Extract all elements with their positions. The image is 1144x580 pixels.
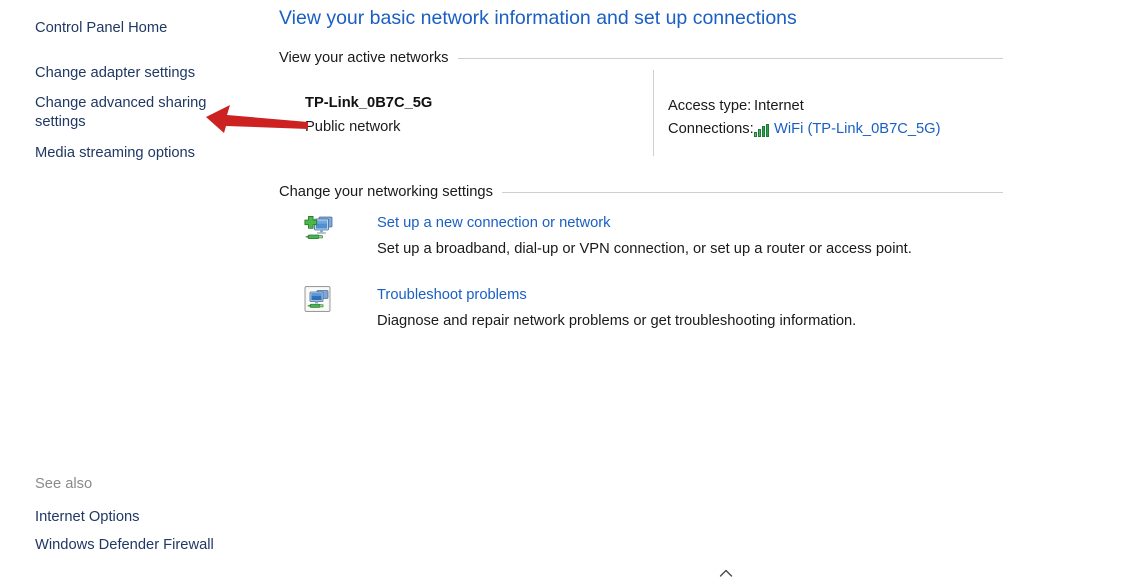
section-rule	[458, 58, 1003, 59]
access-type-label: Access type:	[668, 95, 754, 118]
vertical-divider	[653, 70, 654, 156]
sidebar-item-internet-options[interactable]: Internet Options	[35, 508, 235, 527]
section-header-active-networks: View your active networks	[279, 50, 1003, 66]
see-also-label: See also	[35, 476, 92, 492]
troubleshoot-icon	[302, 284, 336, 318]
chevron-up-icon[interactable]	[718, 568, 734, 578]
network-profile-type: Public network	[305, 117, 432, 137]
active-network-summary: TP-Link_0B7C_5G Public network	[305, 93, 432, 137]
sidebar-item-change-adapter-settings[interactable]: Change adapter settings	[35, 64, 235, 83]
section-header-change-settings-label: Change your networking settings	[279, 184, 502, 200]
connections-row: Connections: WiFi (TP-Link_0B7C_5G)	[668, 118, 941, 141]
network-name: TP-Link_0B7C_5G	[305, 93, 432, 113]
set-up-new-connection-description: Set up a broadband, dial-up or VPN conne…	[377, 241, 912, 257]
section-header-change-settings: Change your networking settings	[279, 184, 1003, 200]
section-header-active-networks-label: View your active networks	[279, 50, 458, 66]
main-content: View your basic network information and …	[272, 0, 1144, 580]
connections-label: Connections:	[668, 118, 754, 141]
set-up-new-connection-link[interactable]: Set up a new connection or network	[377, 215, 611, 231]
new-connection-icon	[302, 212, 336, 246]
wifi-signal-bars-icon	[754, 124, 769, 137]
sidebar-item-media-streaming-options[interactable]: Media streaming options	[35, 144, 235, 163]
connections-value-link[interactable]: WiFi (TP-Link_0B7C_5G)	[774, 118, 941, 141]
sidebar-item-control-panel-home[interactable]: Control Panel Home	[35, 19, 235, 38]
access-type-value: Internet	[754, 95, 804, 118]
troubleshoot-problems-description: Diagnose and repair network problems or …	[377, 313, 856, 329]
section-rule	[502, 192, 1003, 193]
access-type-row: Access type: Internet	[668, 95, 941, 118]
troubleshoot-problems-link[interactable]: Troubleshoot problems	[377, 287, 527, 303]
page-title: View your basic network information and …	[279, 5, 797, 31]
sidebar-item-change-advanced-sharing-settings[interactable]: Change advanced sharing settings	[35, 94, 235, 132]
sidebar: Control Panel Home Change adapter settin…	[0, 0, 272, 580]
sidebar-item-windows-defender-firewall[interactable]: Windows Defender Firewall	[35, 536, 265, 555]
network-details: Access type: Internet Connections: WiFi …	[668, 95, 941, 141]
